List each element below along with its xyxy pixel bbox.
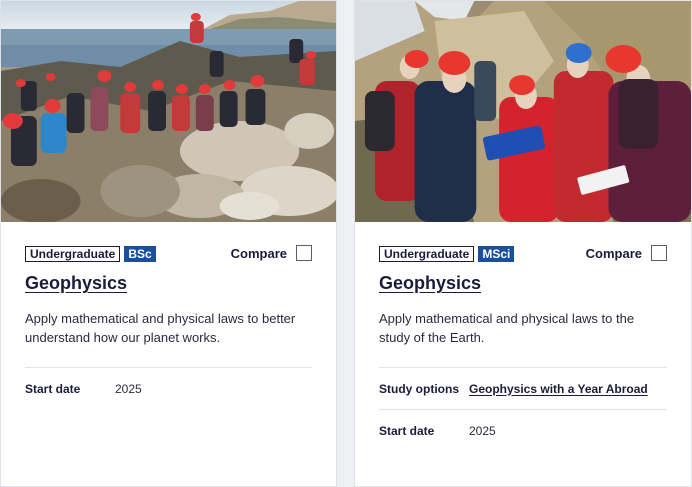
start-date-value: 2025: [115, 381, 142, 396]
compare-toggle[interactable]: Compare: [586, 245, 667, 261]
course-card-geophysics-bsc: Undergraduate BSc Compare Geophysics App…: [0, 0, 337, 487]
start-date-row: Start date 2025: [379, 410, 667, 451]
course-title-link[interactable]: Geophysics: [379, 273, 481, 294]
start-date-label: Start date: [25, 381, 81, 396]
level-badge: Undergraduate: [25, 246, 121, 262]
course-title-link[interactable]: Geophysics: [25, 273, 127, 294]
compare-label: Compare: [230, 245, 287, 261]
compare-label: Compare: [585, 245, 642, 261]
degree-badge: MSci: [478, 246, 515, 262]
start-date-value: 2025: [469, 423, 496, 438]
course-description: Apply mathematical and physical laws to …: [25, 311, 296, 345]
compare-toggle[interactable]: Compare: [231, 245, 312, 261]
course-photo-fieldtrip-coast: [1, 1, 336, 222]
compare-checkbox[interactable]: [296, 245, 312, 261]
start-date-label: Start date: [379, 423, 435, 438]
study-options-row: Study options Geophysics with a Year Abr…: [379, 368, 667, 409]
study-options-label: Study options: [379, 381, 459, 396]
level-badge: Undergraduate: [379, 246, 475, 262]
course-description: Apply mathematical and physical laws to …: [379, 311, 635, 345]
compare-checkbox[interactable]: [651, 245, 667, 261]
course-photo-students-helmets: [355, 1, 691, 222]
study-option-link[interactable]: Geophysics with a Year Abroad: [469, 382, 648, 396]
degree-badge: BSc: [124, 246, 156, 262]
start-date-row: Start date 2025: [25, 368, 312, 409]
course-card-geophysics-msci: Undergraduate MSci Compare Geophysics Ap…: [354, 0, 692, 487]
